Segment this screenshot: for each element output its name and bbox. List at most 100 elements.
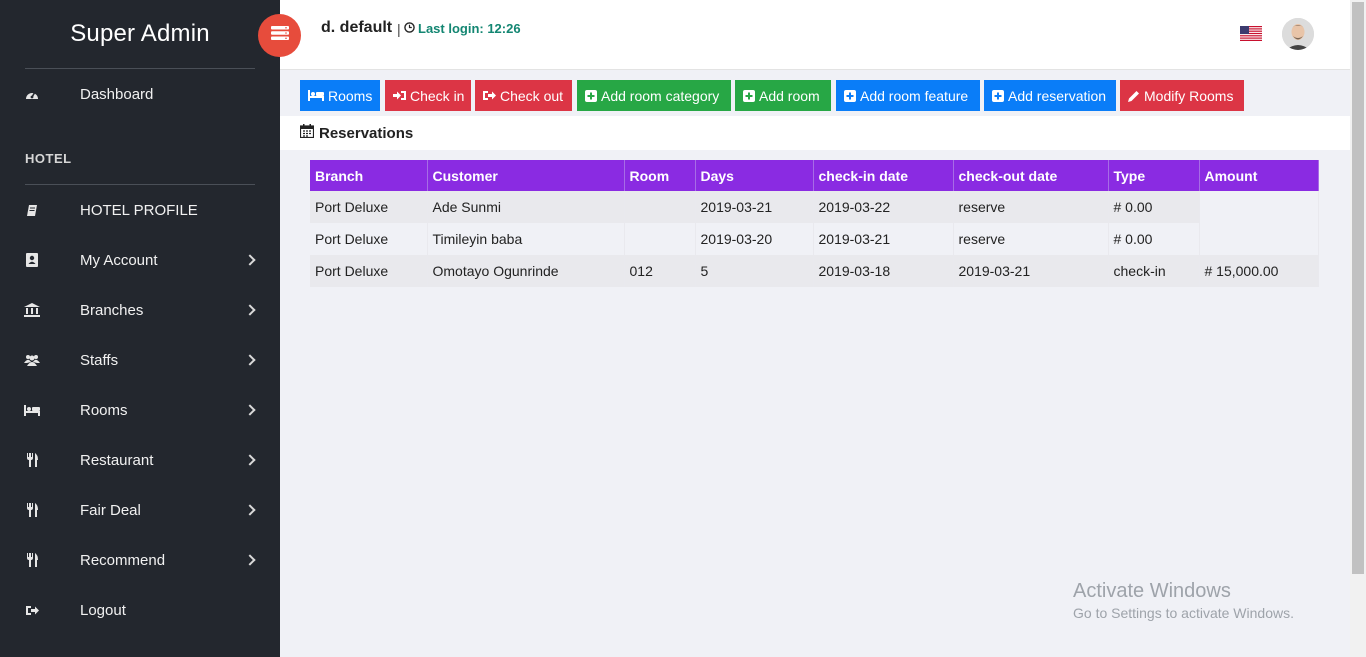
dashboard-icon [24, 86, 40, 102]
add-room-label: Add room [759, 87, 820, 104]
table-cell: # 15,000.00 [1199, 255, 1319, 287]
modify-rooms-label: Modify Rooms [1144, 87, 1234, 104]
table-cell: 2019-03-21 [695, 191, 814, 223]
bed-icon [24, 402, 40, 418]
add-room-feature-label: Add room feature [860, 87, 969, 104]
sidebar-item-label: Branches [80, 301, 144, 319]
table-cell: 2019-03-20 [695, 223, 814, 255]
sidebar-item-logout[interactable]: Logout [0, 590, 280, 630]
sidebar-item-staffs[interactable]: Staffs [0, 340, 280, 380]
check-out-button[interactable]: Check out [475, 80, 572, 111]
table-cell: Port Deluxe [310, 255, 428, 287]
plus-square-icon [844, 89, 856, 102]
activate-windows-subtitle: Go to Settings to activate Windows. [1073, 605, 1294, 621]
table-cell: 2019-03-22 [813, 191, 954, 223]
cutlery-icon [24, 452, 40, 468]
column-header[interactable]: check-in date [813, 160, 954, 191]
chevron-right-icon [244, 504, 256, 516]
column-header[interactable]: check-out date [953, 160, 1109, 191]
table-cell: reserve [953, 223, 1109, 255]
table-row[interactable]: Port Deluxe Omotayo Ogunrinde 012 5 2019… [310, 255, 1319, 287]
sidebar-item-label: Dashboard [80, 85, 154, 103]
table-cell: Port Deluxe [310, 223, 428, 255]
us-flag-icon[interactable] [1240, 26, 1262, 41]
column-header[interactable]: Type [1108, 160, 1200, 191]
clock-icon [404, 21, 415, 36]
table-cell: check-in [1108, 255, 1200, 287]
sidebar-toggle-button[interactable] [258, 14, 301, 57]
sidebar-item-rooms[interactable]: Rooms [0, 390, 280, 430]
plus-square-icon [992, 89, 1004, 102]
sign-in-icon [393, 90, 406, 101]
check-out-button-label: Check out [500, 87, 564, 104]
logout-icon [24, 602, 40, 618]
add-room-button[interactable]: Add room [735, 80, 831, 111]
table-cell: Port Deluxe [310, 191, 428, 223]
avatar[interactable] [1282, 18, 1314, 50]
column-header[interactable]: Room [624, 160, 696, 191]
table-cell [1199, 191, 1319, 223]
sidebar-item-branches[interactable]: Branches [0, 290, 280, 330]
plus-square-icon [585, 89, 597, 102]
sidebar-item-restaurant[interactable]: Restaurant [0, 440, 280, 480]
brand-title: Super Admin [70, 20, 210, 47]
scrollbar[interactable] [1350, 0, 1366, 657]
calendar-icon [299, 124, 315, 142]
sidebar-item-fair-deal[interactable]: Fair Deal [0, 490, 280, 530]
last-login-text: Last login: 12:26 [418, 21, 521, 36]
table-cell [624, 191, 696, 223]
cutlery-icon [24, 552, 40, 568]
add-reservation-button[interactable]: Add reservation [984, 80, 1116, 111]
table-cell: Timileyin baba [427, 223, 625, 255]
chevron-right-icon [244, 354, 256, 366]
table-cell: 2019-03-21 [813, 223, 954, 255]
divider [25, 68, 255, 69]
scrollbar-thumb[interactable] [1352, 2, 1364, 574]
user-name: d. default [321, 19, 393, 36]
sidebar-item-label: Staffs [80, 351, 119, 369]
check-in-button[interactable]: Check in [385, 80, 471, 111]
sidebar-item-my-account[interactable]: My Account [0, 240, 280, 280]
bed-icon [308, 90, 324, 101]
table-cell: 012 [624, 255, 696, 287]
divider [25, 184, 255, 185]
table-cell: 2019-03-21 [953, 255, 1109, 287]
plus-square-icon [743, 89, 755, 102]
table-cell: Ade Sunmi [427, 191, 625, 223]
table-cell: Omotayo Ogunrinde [427, 255, 625, 287]
chevron-right-icon [244, 454, 256, 466]
sidebar-item-hotel-profile[interactable]: HOTEL PROFILE [0, 190, 280, 230]
add-room-feature-button[interactable]: Add room feature [836, 80, 980, 111]
column-header[interactable]: Amount [1199, 160, 1319, 191]
table-header-row: Branch Customer Room Days check-in date … [310, 160, 1319, 191]
column-header[interactable]: Customer [427, 160, 625, 191]
chevron-right-icon [244, 304, 256, 316]
chevron-right-icon [244, 554, 256, 566]
check-in-button-label: Check in [410, 87, 465, 104]
table-row[interactable]: Port Deluxe Ade Sunmi 2019-03-21 2019-03… [310, 191, 1319, 223]
modify-rooms-button[interactable]: Modify Rooms [1120, 80, 1244, 111]
sidebar-item-recommend[interactable]: Recommend [0, 540, 280, 580]
pencil-icon [1128, 90, 1140, 102]
column-header[interactable]: Days [695, 160, 814, 191]
add-room-category-button[interactable]: Add room category [577, 80, 731, 111]
column-header[interactable]: Branch [310, 160, 428, 191]
reservations-table: Branch Customer Room Days check-in date … [310, 160, 1319, 287]
rooms-button[interactable]: Rooms [300, 80, 380, 111]
sidebar-item-label: Recommend [80, 551, 166, 569]
sidebar: Super Admin Dashboard HOTEL HOTEL PROFIL… [0, 0, 280, 657]
book-icon [24, 202, 40, 218]
separator: | [397, 21, 401, 37]
cutlery-icon [24, 502, 40, 518]
table-row[interactable]: Port Deluxe Timileyin baba 2019-03-20 20… [310, 223, 1319, 255]
sidebar-item-dashboard[interactable]: Dashboard [0, 74, 280, 114]
table-cell [624, 223, 696, 255]
sidebar-item-label: HOTEL PROFILE [80, 201, 198, 219]
section-heading: HOTEL [25, 151, 72, 166]
sidebar-item-label: Fair Deal [80, 501, 141, 519]
add-room-category-label: Add room category [601, 87, 720, 104]
table-cell: 5 [695, 255, 814, 287]
chevron-right-icon [244, 404, 256, 416]
table-cell: reserve [953, 191, 1109, 223]
sign-out-icon [483, 90, 496, 101]
